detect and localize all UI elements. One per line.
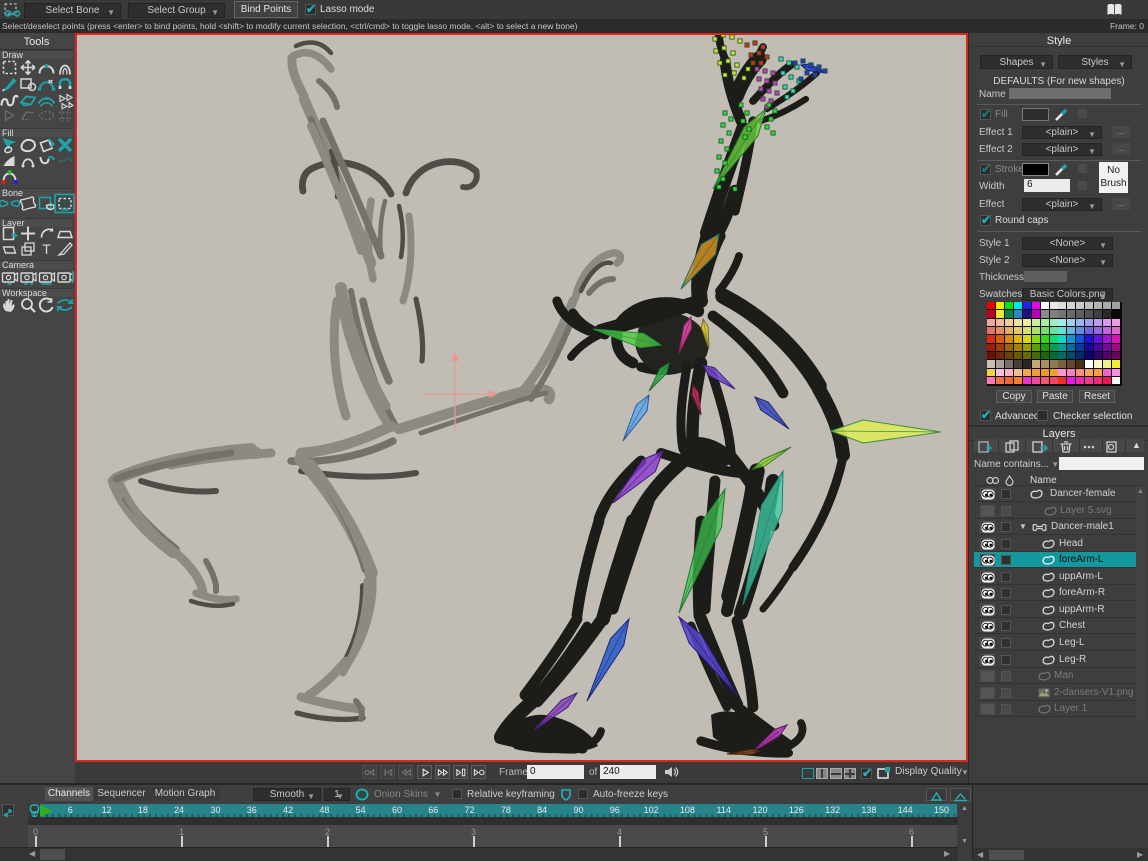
svg-text:T: T [42, 241, 51, 257]
